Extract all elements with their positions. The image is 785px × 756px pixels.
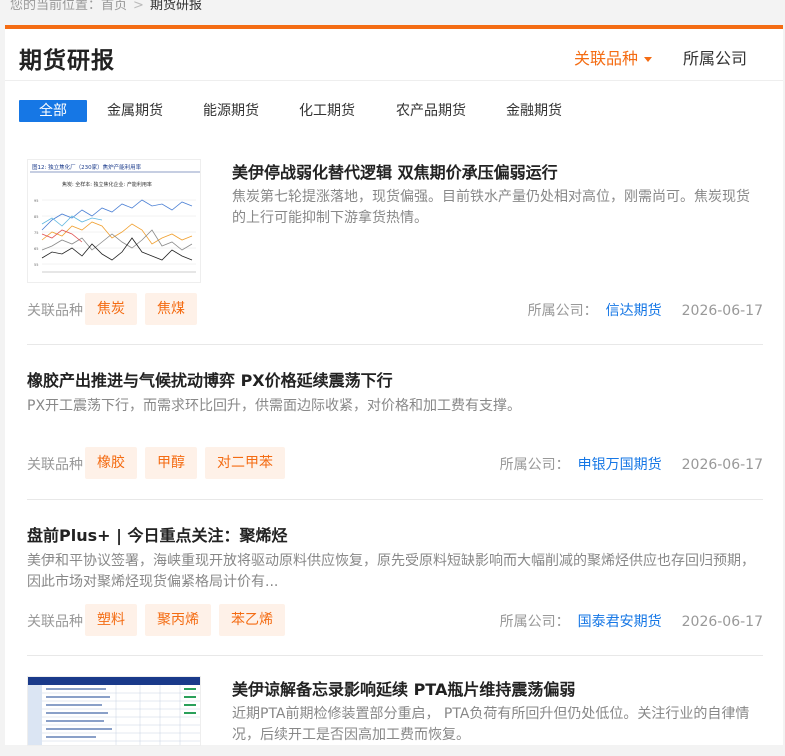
article-meta: 所属公司： 申银万国期货 2026-06-17 bbox=[500, 454, 763, 474]
panel-header: 期货研报 关联品种 所属公司 bbox=[5, 29, 783, 81]
svg-text:95: 95 bbox=[34, 199, 38, 203]
breadcrumb-current: 期货研报 bbox=[149, 0, 202, 13]
breadcrumb: 您的当前位置：首页 > 期货研报 bbox=[10, 0, 202, 13]
company-link[interactable]: 申银万国期货 bbox=[578, 457, 662, 473]
article-title[interactable]: 橡胶产出推进与气候扰动博弈 PX价格延续震荡下行 bbox=[27, 367, 393, 391]
article-summary: 焦炭第七轮提涨落地，现货偏强。目前铁水产量仍处相对高位，刚需尚可。焦炭现货的上行… bbox=[232, 189, 750, 226]
article-meta-row: 关联品种 橡胶 甲醇 对二甲苯 所属公司： 申银万国期货 2026-06-17 bbox=[27, 447, 763, 479]
variety-tag[interactable]: 甲醇 bbox=[145, 447, 197, 479]
variety-tag[interactable]: 塑料 bbox=[85, 604, 137, 636]
article-meta-row: 关联品种 塑料 聚丙烯 苯乙烯 所属公司： 国泰君安期货 2026-06-17 bbox=[27, 604, 763, 636]
breadcrumb-home-link[interactable]: 首页 bbox=[101, 0, 127, 13]
svg-text:65: 65 bbox=[34, 247, 38, 251]
caret-down-icon bbox=[644, 57, 653, 62]
article-item: 美伊谅解备忘录影响延续 PTA瓶片维持震荡偏弱 近期PTA前期检修装置部分重启，… bbox=[27, 676, 763, 756]
variety-filter-dropdown[interactable]: 关联品种 bbox=[574, 45, 653, 69]
variety-tag[interactable]: 苯乙烯 bbox=[219, 604, 285, 636]
publish-date: 2026-06-17 bbox=[681, 457, 763, 473]
tab-metal-futures[interactable]: 金属期货 bbox=[95, 100, 175, 122]
svg-text:55: 55 bbox=[34, 263, 38, 267]
publish-date: 2026-06-17 bbox=[681, 614, 763, 630]
article-meta: 所属公司： 国泰君安期货 2026-06-17 bbox=[500, 611, 763, 631]
svg-text:75: 75 bbox=[34, 231, 38, 235]
article-item: 盘前Plus+ | 今日重点关注：聚烯烃 美伊和平协议签署，海峡重现开放将驱动原… bbox=[27, 500, 763, 656]
variety-tag[interactable]: 聚丙烯 bbox=[145, 604, 211, 636]
article-meta: 所属公司： 信达期货 2026-06-17 bbox=[528, 300, 763, 320]
variety-tag[interactable]: 橡胶 bbox=[85, 447, 137, 479]
line-chart-thumbnail-image: 图12: 独立焦化厂（230家）焦炉产能利用率 焦炭: 全样本: 独立焦化企业:… bbox=[30, 163, 200, 273]
company-link[interactable]: 国泰君安期货 bbox=[578, 614, 662, 630]
tab-agricultural-futures[interactable]: 农产品期货 bbox=[383, 100, 479, 122]
breadcrumb-separator: > bbox=[133, 0, 144, 13]
table-thumbnail-image bbox=[28, 677, 200, 745]
article-summary: PX开工震荡下行，而需求环比回升，供需面边际收紧，对价格和加工费有支撑。 bbox=[27, 398, 522, 414]
tab-all[interactable]: 全部 bbox=[19, 100, 87, 122]
company-link[interactable]: 信达期货 bbox=[606, 303, 662, 319]
article-title[interactable]: 美伊谅解备忘录影响延续 PTA瓶片维持震荡偏弱 bbox=[232, 676, 575, 700]
related-varieties-label: 关联品种 bbox=[27, 303, 83, 319]
company-label: 所属公司： bbox=[527, 303, 598, 319]
article-summary: 近期PTA前期检修装置部分重启， PTA负荷有所回升但仍处低位。关注行业的自律情… bbox=[232, 706, 750, 743]
tab-financial-futures[interactable]: 金融期货 bbox=[494, 100, 574, 122]
svg-text:85: 85 bbox=[34, 215, 38, 219]
article-item: 橡胶产出推进与气候扰动博弈 PX价格延续震荡下行 PX开工震荡下行，而需求环比回… bbox=[27, 345, 763, 500]
thumb-chart-title: 焦炭: 全样本: 独立焦化企业: 产能利用率 bbox=[62, 181, 152, 188]
company-label: 所属公司： bbox=[499, 457, 570, 473]
tab-energy-futures[interactable]: 能源期货 bbox=[191, 100, 271, 122]
breadcrumb-prefix: 您的当前位置： bbox=[10, 0, 102, 13]
variety-tag[interactable]: 焦炭 bbox=[85, 293, 137, 325]
main-panel: 期货研报 关联品种 所属公司 全部 金属期货 能源期货 化工期货 农产品期货 金… bbox=[5, 25, 783, 746]
article-thumbnail[interactable]: 图12: 独立焦化厂（230家）焦炉产能利用率 焦炭: 全样本: 独立焦化企业:… bbox=[27, 159, 201, 283]
article-title[interactable]: 美伊停战弱化替代逻辑 双焦期价承压偏弱运行 bbox=[232, 159, 558, 183]
variety-filter-label: 关联品种 bbox=[574, 49, 639, 68]
tab-chemical-futures[interactable]: 化工期货 bbox=[287, 100, 367, 122]
variety-tag[interactable]: 对二甲苯 bbox=[205, 447, 285, 479]
variety-tag[interactable]: 焦煤 bbox=[145, 293, 197, 325]
article-item: 图12: 独立焦化厂（230家）焦炉产能利用率 焦炭: 全样本: 独立焦化企业:… bbox=[27, 159, 763, 345]
page-title: 期货研报 bbox=[19, 48, 115, 74]
article-title[interactable]: 盘前Plus+ | 今日重点关注：聚烯烃 bbox=[27, 522, 288, 546]
related-varieties-label: 关联品种 bbox=[27, 457, 83, 473]
company-label: 所属公司： bbox=[499, 614, 570, 630]
thumb-caption: 图12: 独立焦化厂（230家）焦炉产能利用率 bbox=[32, 163, 142, 171]
article-summary: 美伊和平协议签署，海峡重现开放将驱动原料供应恢复，原先受原料短缺影响而大幅削减的… bbox=[27, 553, 755, 590]
related-varieties-label: 关联品种 bbox=[27, 614, 83, 630]
article-meta-row: 关联品种 焦炭 焦煤 所属公司： 信达期货 2026-06-17 bbox=[27, 293, 763, 325]
article-thumbnail[interactable] bbox=[27, 676, 201, 746]
publish-date: 2026-06-17 bbox=[681, 303, 763, 319]
company-filter-button[interactable]: 所属公司 bbox=[683, 45, 747, 69]
